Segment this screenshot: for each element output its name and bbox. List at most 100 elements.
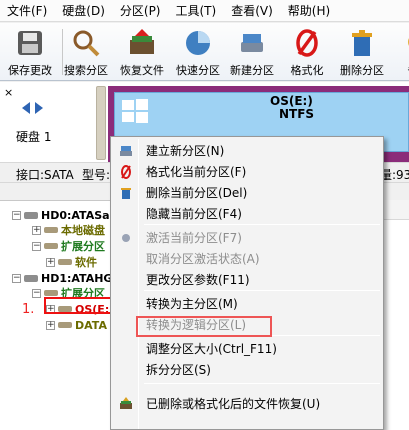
partition-icon bbox=[44, 290, 58, 296]
backup-icon bbox=[396, 26, 409, 60]
menu-view[interactable]: 查看(V) bbox=[224, 0, 281, 22]
annotation-box bbox=[44, 297, 119, 314]
menu-icon-slot bbox=[112, 248, 139, 269]
tree-row-label: DATA bbox=[75, 318, 107, 332]
delete-icon bbox=[112, 182, 139, 203]
context-menu-item[interactable]: 转换为主分区(M) bbox=[112, 293, 382, 314]
context-menu-item-label: 格式化当前分区(F) bbox=[146, 165, 247, 179]
save-icon bbox=[13, 26, 47, 60]
tree-row[interactable]: + 本地磁盘 bbox=[32, 222, 105, 238]
context-menu: 建立新分区(N) 格式化当前分区(F) 删除当前分区(Del) 隐藏当前分区(F4) 激… bbox=[110, 136, 384, 430]
context-menu-item[interactable]: 格式化当前分区(F) bbox=[112, 161, 382, 182]
menu-icon-slot bbox=[112, 269, 139, 290]
partition-icon bbox=[44, 243, 58, 249]
capacity-info: 量:93 bbox=[380, 168, 409, 182]
context-menu-item[interactable]: 拆分分区(S) bbox=[112, 359, 382, 380]
tree-row-label: 扩展分区 bbox=[61, 240, 105, 253]
tree-row[interactable]: + DATA bbox=[46, 317, 107, 333]
quick-partition-button[interactable]: 快速分区 bbox=[176, 23, 220, 81]
backup-button[interactable]: 备 bbox=[396, 23, 409, 81]
tree-row-label: HD0:ATASa bbox=[41, 208, 110, 222]
activate-icon bbox=[112, 227, 139, 248]
tree-row[interactable]: + 软件 bbox=[46, 254, 97, 270]
format-button[interactable]: 格式化 bbox=[290, 23, 324, 81]
annotation-highlight-box bbox=[136, 316, 272, 337]
interface-info: 接口:SATA bbox=[16, 168, 74, 182]
menu-bar: 文件(F) 硬盘(D) 分区(P) 工具(T) 查看(V) 帮助(H) bbox=[0, 0, 409, 22]
toolbar: 保存更改 搜索分区 恢复文件 快速分区 新建分区 格式化 删除分区 bbox=[0, 23, 409, 81]
expand-icon[interactable]: + bbox=[46, 320, 55, 330]
context-menu-item-label: 更改分区参数(F11) bbox=[146, 273, 250, 287]
recover-icon bbox=[112, 393, 139, 414]
context-menu-item[interactable]: 已删除或格式化后的文件恢复(U) bbox=[112, 393, 382, 414]
expand-icon[interactable]: + bbox=[46, 257, 55, 267]
prev-disk-icon[interactable] bbox=[22, 102, 30, 114]
menu-icon-slot bbox=[112, 359, 139, 380]
context-menu-item-label: 删除当前分区(Del) bbox=[146, 186, 248, 200]
context-menu-item[interactable]: 更改分区参数(F11) bbox=[112, 269, 382, 290]
context-menu-item-label: 转换为主分区(M) bbox=[146, 297, 238, 311]
tree-row[interactable]: − HD0:ATASa bbox=[12, 207, 110, 223]
context-menu-item[interactable]: 隐藏当前分区(F4) bbox=[112, 203, 382, 224]
tree-row[interactable]: − 扩展分区 bbox=[32, 238, 105, 254]
delete-partition-label: 删除分区 bbox=[340, 64, 384, 77]
tree-row-label: HD1:ATAHG bbox=[41, 271, 113, 285]
context-menu-item-label: 调整分区大小(Ctrl_F11) bbox=[146, 342, 277, 356]
tree-row[interactable]: − HD1:ATAHG bbox=[12, 270, 112, 286]
model-info: 型号: bbox=[82, 168, 111, 182]
delete-partition-button[interactable]: 删除分区 bbox=[340, 23, 384, 81]
context-menu-item: 取消分区激活状态(A) bbox=[112, 248, 382, 269]
partition-icon bbox=[58, 259, 72, 265]
context-menu-item-label: 建立新分区(N) bbox=[146, 144, 225, 158]
partition-icon bbox=[58, 322, 72, 328]
disk-tree: − HD0:ATASa + 本地磁盘 − 扩展分区 + 软件 − HD1:ATAHG − 扩展分区 + O… bbox=[0, 200, 125, 430]
quick-partition-label: 快速分区 bbox=[176, 64, 220, 77]
context-menu-item: 激活当前分区(F7) bbox=[112, 227, 382, 248]
context-menu-separator bbox=[144, 383, 380, 384]
collapse-icon[interactable]: − bbox=[12, 273, 21, 283]
disk-icon bbox=[24, 211, 38, 219]
menu-disk[interactable]: 硬盘(D) bbox=[55, 0, 113, 22]
menu-partition[interactable]: 分区(P) bbox=[113, 0, 169, 22]
context-menu-item-label: 激活当前分区(F7) bbox=[146, 231, 242, 245]
partition-icon bbox=[44, 227, 58, 233]
menu-icon-slot bbox=[112, 203, 139, 224]
search-partition-button[interactable]: 搜索分区 bbox=[64, 23, 108, 81]
tree-row-label: 本地磁盘 bbox=[61, 224, 105, 237]
search-partition-icon bbox=[69, 26, 103, 60]
partition-name: OS(E:) bbox=[270, 94, 313, 108]
context-menu-item-label: 已删除或格式化后的文件恢复(U) bbox=[146, 397, 321, 411]
context-menu-item-label: 取消分区激活状态(A) bbox=[146, 252, 260, 266]
menu-file[interactable]: 文件(F) bbox=[0, 0, 55, 22]
disk-navigator: × 硬盘 1 bbox=[0, 82, 96, 162]
context-menu-item[interactable]: 调整分区大小(Ctrl_F11) bbox=[112, 338, 382, 359]
collapse-icon[interactable]: − bbox=[32, 288, 41, 298]
splitter-handle[interactable] bbox=[96, 86, 106, 160]
next-disk-icon[interactable] bbox=[35, 102, 43, 114]
expand-icon[interactable]: + bbox=[32, 225, 41, 235]
new-partition-icon bbox=[112, 140, 139, 161]
context-menu-item[interactable]: 建立新分区(N) bbox=[112, 140, 382, 161]
disk-label: 硬盘 1 bbox=[16, 130, 52, 144]
new-partition-button[interactable]: 新建分区 bbox=[230, 23, 274, 81]
format-icon bbox=[112, 161, 139, 182]
save-button[interactable]: 保存更改 bbox=[8, 23, 52, 81]
close-icon[interactable]: × bbox=[4, 86, 13, 99]
recover-file-icon bbox=[125, 26, 159, 60]
format-icon bbox=[290, 26, 324, 60]
context-menu-item[interactable]: 删除当前分区(Del) bbox=[112, 182, 382, 203]
collapse-icon[interactable]: − bbox=[32, 241, 41, 251]
recover-file-button[interactable]: 恢复文件 bbox=[120, 23, 164, 81]
menu-icon-slot bbox=[112, 293, 139, 314]
search-partition-label: 搜索分区 bbox=[64, 64, 108, 77]
windows-logo-icon bbox=[122, 99, 148, 123]
recover-file-label: 恢复文件 bbox=[120, 64, 164, 77]
save-label: 保存更改 bbox=[8, 64, 52, 77]
menu-tools[interactable]: 工具(T) bbox=[169, 0, 225, 22]
new-partition-label: 新建分区 bbox=[230, 64, 274, 77]
menu-help[interactable]: 帮助(H) bbox=[281, 0, 338, 22]
collapse-icon[interactable]: − bbox=[12, 210, 21, 220]
partition-filesystem: NTFS bbox=[279, 107, 315, 121]
format-label: 格式化 bbox=[290, 64, 324, 77]
tree-row-label: 软件 bbox=[75, 256, 97, 269]
